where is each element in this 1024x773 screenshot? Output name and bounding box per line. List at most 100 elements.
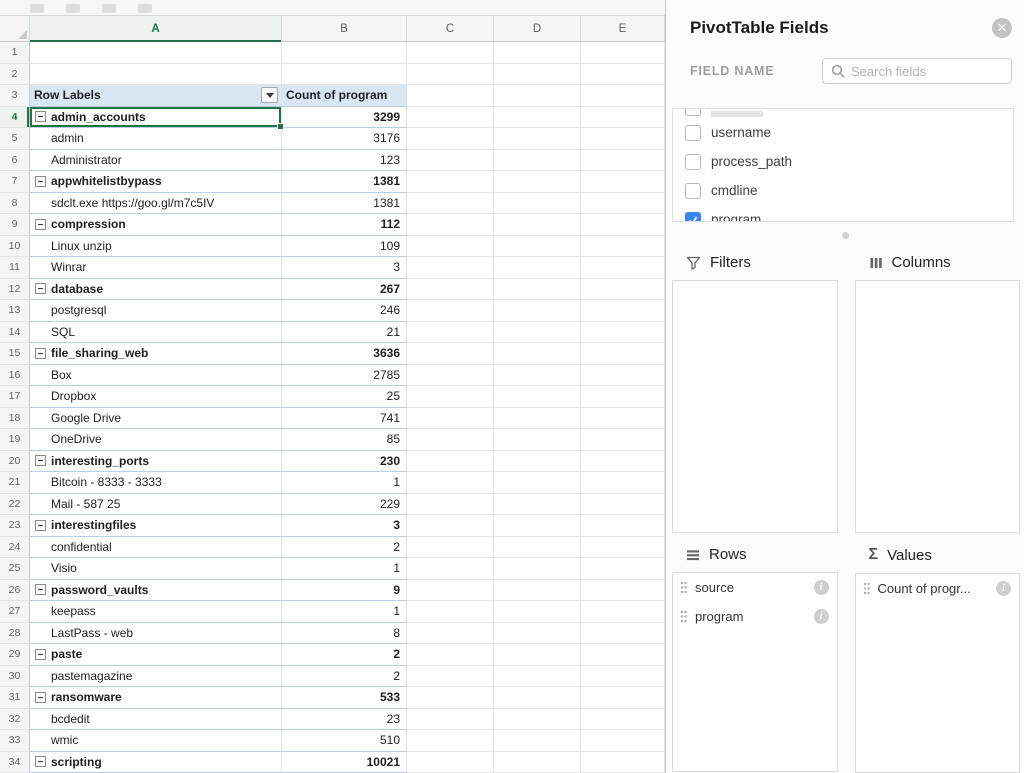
cell-D21[interactable] — [494, 472, 581, 494]
cell-C34[interactable] — [407, 752, 494, 773]
cell-D33[interactable] — [494, 730, 581, 752]
row-header-5[interactable]: 5 — [0, 128, 30, 150]
row-header-30[interactable]: 30 — [0, 666, 30, 688]
area-pill-rows-1[interactable]: programi — [673, 602, 837, 631]
column-header-C[interactable]: C — [407, 16, 494, 41]
cell-C8[interactable] — [407, 193, 494, 215]
cell-A16[interactable]: Box — [30, 365, 282, 387]
cell-E13[interactable] — [581, 300, 665, 322]
cell-A10[interactable]: Linux unzip — [30, 236, 282, 258]
values-dropzone[interactable]: Count of progr...i — [855, 573, 1021, 773]
cell-D34[interactable] — [494, 752, 581, 773]
cell-E16[interactable] — [581, 365, 665, 387]
cell-B34[interactable]: 10021 — [282, 752, 407, 773]
cell-C32[interactable] — [407, 709, 494, 731]
cell-A20[interactable]: interesting_ports — [30, 451, 282, 473]
cell-D27[interactable] — [494, 601, 581, 623]
cell-D1[interactable] — [494, 42, 581, 64]
row-header-29[interactable]: 29 — [0, 644, 30, 666]
row-header-8[interactable]: 8 — [0, 193, 30, 215]
cell-B32[interactable]: 23 — [282, 709, 407, 731]
cell-C20[interactable] — [407, 451, 494, 473]
cell-B19[interactable]: 85 — [282, 429, 407, 451]
cell-C21[interactable] — [407, 472, 494, 494]
cell-E32[interactable] — [581, 709, 665, 731]
cell-C7[interactable] — [407, 171, 494, 193]
cell-C30[interactable] — [407, 666, 494, 688]
cell-C1[interactable] — [407, 42, 494, 64]
cell-C10[interactable] — [407, 236, 494, 258]
info-icon[interactable]: i — [814, 609, 829, 624]
cell-D3[interactable] — [494, 85, 581, 107]
cell-E25[interactable] — [581, 558, 665, 580]
area-pill-values-0[interactable]: Count of progr...i — [856, 574, 1020, 603]
collapse-icon[interactable] — [35, 111, 46, 122]
row-header-15[interactable]: 15 — [0, 343, 30, 365]
cell-A27[interactable]: keepass — [30, 601, 282, 623]
drag-handle-icon[interactable] — [680, 610, 688, 623]
cell-A34[interactable]: scripting — [30, 752, 282, 773]
cell-C13[interactable] — [407, 300, 494, 322]
cell-A32[interactable]: bcdedit — [30, 709, 282, 731]
cell-E23[interactable] — [581, 515, 665, 537]
collapse-icon[interactable] — [35, 455, 46, 466]
info-icon[interactable]: i — [814, 580, 829, 595]
cell-C27[interactable] — [407, 601, 494, 623]
rows-dropzone[interactable]: sourceiprogrami — [672, 572, 838, 772]
select-all-corner[interactable] — [0, 16, 30, 41]
cell-D24[interactable] — [494, 537, 581, 559]
cell-E7[interactable] — [581, 171, 665, 193]
row-header-10[interactable]: 10 — [0, 236, 30, 258]
cell-C28[interactable] — [407, 623, 494, 645]
cell-E9[interactable] — [581, 214, 665, 236]
cell-E14[interactable] — [581, 322, 665, 344]
cell-C23[interactable] — [407, 515, 494, 537]
column-header-E[interactable]: E — [581, 16, 665, 41]
cell-C17[interactable] — [407, 386, 494, 408]
pane-resize-handle[interactable] — [842, 232, 849, 239]
cell-B24[interactable]: 2 — [282, 537, 407, 559]
cell-C11[interactable] — [407, 257, 494, 279]
cell-B29[interactable]: 2 — [282, 644, 407, 666]
row-header-11[interactable]: 11 — [0, 257, 30, 279]
cell-E10[interactable] — [581, 236, 665, 258]
search-fields-box[interactable] — [822, 58, 1012, 84]
cell-A18[interactable]: Google Drive — [30, 408, 282, 430]
cell-D12[interactable] — [494, 279, 581, 301]
cell-A28[interactable]: LastPass - web — [30, 623, 282, 645]
cell-B25[interactable]: 1 — [282, 558, 407, 580]
cell-A17[interactable]: Dropbox — [30, 386, 282, 408]
row-header-19[interactable]: 19 — [0, 429, 30, 451]
cell-A25[interactable]: Visio — [30, 558, 282, 580]
cell-B12[interactable]: 267 — [282, 279, 407, 301]
cell-D28[interactable] — [494, 623, 581, 645]
cell-E17[interactable] — [581, 386, 665, 408]
cell-D11[interactable] — [494, 257, 581, 279]
cell-B31[interactable]: 533 — [282, 687, 407, 709]
search-input[interactable] — [851, 64, 1003, 79]
cell-D4[interactable] — [494, 107, 581, 129]
cell-A7[interactable]: appwhitelistbypass — [30, 171, 282, 193]
cell-C14[interactable] — [407, 322, 494, 344]
cell-B17[interactable]: 25 — [282, 386, 407, 408]
cell-E29[interactable] — [581, 644, 665, 666]
collapse-icon[interactable] — [35, 176, 46, 187]
cell-A9[interactable]: compression — [30, 214, 282, 236]
collapse-icon[interactable] — [35, 283, 46, 294]
row-header-27[interactable]: 27 — [0, 601, 30, 623]
row-header-9[interactable]: 9 — [0, 214, 30, 236]
cell-E18[interactable] — [581, 408, 665, 430]
cell-B5[interactable]: 3176 — [282, 128, 407, 150]
cell-D22[interactable] — [494, 494, 581, 516]
cell-C3[interactable] — [407, 85, 494, 107]
cell-E28[interactable] — [581, 623, 665, 645]
cell-E31[interactable] — [581, 687, 665, 709]
row-header-34[interactable]: 34 — [0, 752, 30, 773]
cell-B20[interactable]: 230 — [282, 451, 407, 473]
collapse-icon[interactable] — [35, 219, 46, 230]
column-header-D[interactable]: D — [494, 16, 581, 41]
cell-B14[interactable]: 21 — [282, 322, 407, 344]
cell-D17[interactable] — [494, 386, 581, 408]
cell-B4[interactable]: 3299 — [282, 107, 407, 129]
cell-D5[interactable] — [494, 128, 581, 150]
